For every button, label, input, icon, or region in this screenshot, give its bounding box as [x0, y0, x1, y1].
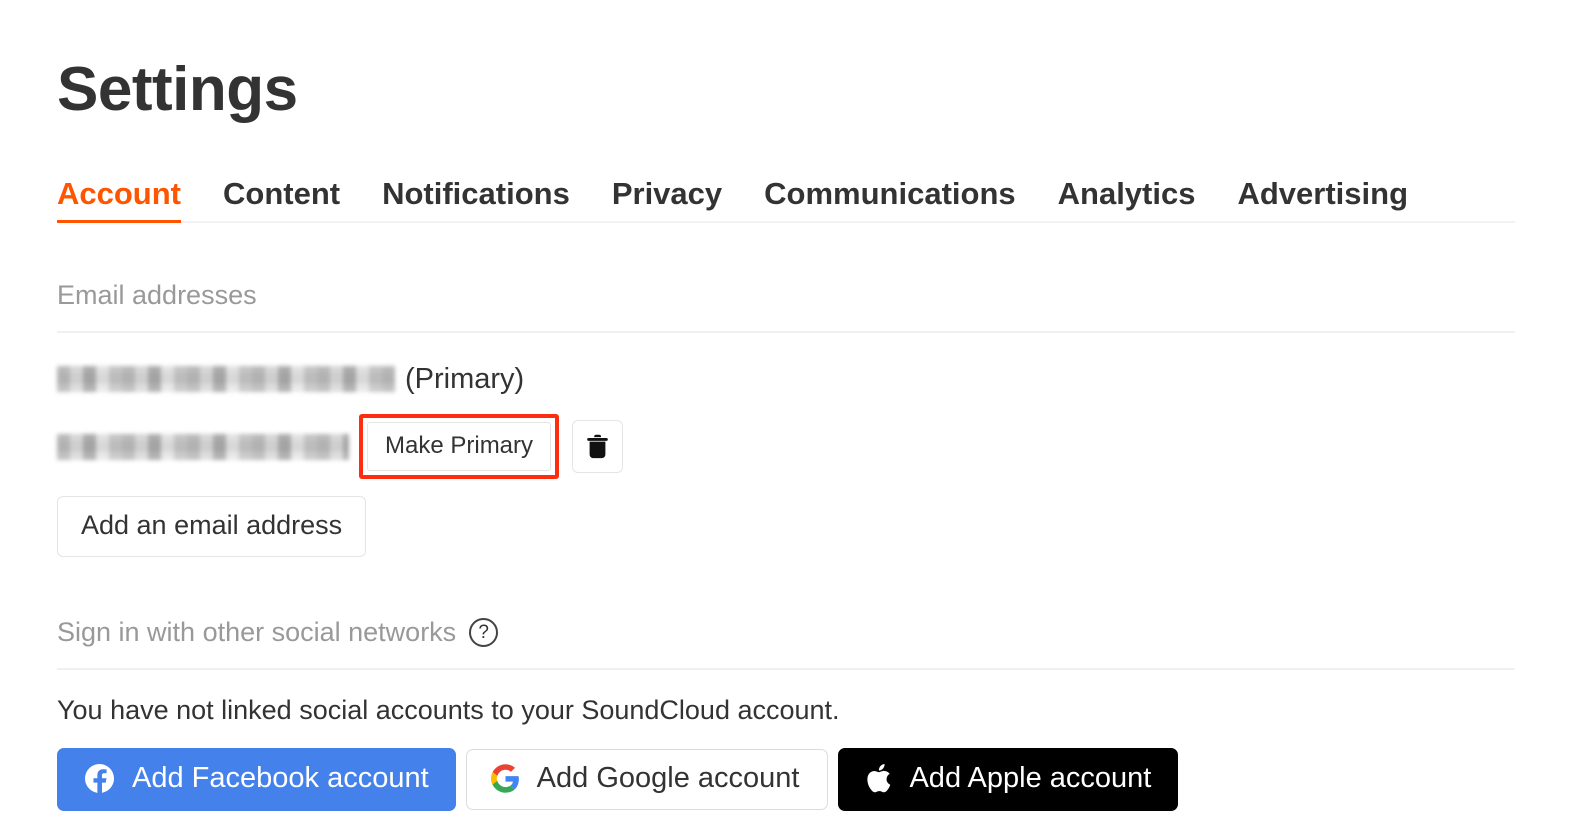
email-row-primary: (Primary): [57, 353, 1515, 405]
tab-analytics[interactable]: Analytics: [1058, 178, 1196, 223]
settings-tabs: Account Content Notifications Privacy Co…: [57, 178, 1515, 234]
email-section-divider: [57, 331, 1515, 334]
email-section-heading: Email addresses: [57, 280, 1515, 311]
add-google-account-button[interactable]: Add Google account: [465, 749, 829, 811]
add-facebook-account-label: Add Facebook account: [132, 762, 429, 795]
social-section-heading: Sign in with other social networks ?: [57, 617, 1515, 648]
add-apple-account-button[interactable]: Add Apple account: [838, 748, 1179, 812]
apple-icon: [865, 763, 892, 794]
tab-advertising[interactable]: Advertising: [1237, 178, 1408, 223]
email-address-list: (Primary) Make Primary: [57, 353, 1515, 480]
social-section-divider: [57, 668, 1515, 671]
question-mark-icon[interactable]: ?: [469, 618, 499, 648]
email-address-redacted: [57, 366, 395, 393]
delete-email-button[interactable]: [572, 420, 624, 474]
email-row-secondary: Make Primary: [57, 414, 1515, 480]
email-section-title: Email addresses: [57, 280, 257, 311]
make-primary-button[interactable]: Make Primary: [367, 422, 552, 472]
tab-privacy[interactable]: Privacy: [612, 178, 722, 223]
tab-notifications[interactable]: Notifications: [382, 178, 570, 223]
social-account-buttons: Add Facebook account Add Google account: [57, 748, 1515, 812]
add-apple-account-label: Add Apple account: [909, 762, 1152, 795]
google-icon: [490, 764, 520, 793]
tab-account[interactable]: Account: [57, 178, 181, 224]
make-primary-highlight-annotation: Make Primary: [359, 414, 560, 480]
tab-communications[interactable]: Communications: [764, 178, 1015, 223]
email-address-redacted: [57, 433, 349, 460]
tab-list: Account Content Notifications Privacy Co…: [57, 178, 1515, 224]
tab-content[interactable]: Content: [223, 178, 340, 223]
settings-page: Settings Account Content Notifications P…: [0, 0, 1572, 838]
social-section-title: Sign in with other social networks: [57, 617, 457, 648]
page-title: Settings: [57, 55, 298, 124]
add-email-address-button[interactable]: Add an email address: [57, 496, 367, 558]
add-facebook-account-button[interactable]: Add Facebook account: [57, 748, 456, 812]
trash-icon: [586, 434, 609, 459]
add-google-account-label: Add Google account: [536, 762, 800, 795]
primary-badge: (Primary): [405, 362, 525, 395]
facebook-icon: [84, 763, 115, 794]
social-accounts-status-text: You have not linked social accounts to y…: [57, 695, 840, 726]
